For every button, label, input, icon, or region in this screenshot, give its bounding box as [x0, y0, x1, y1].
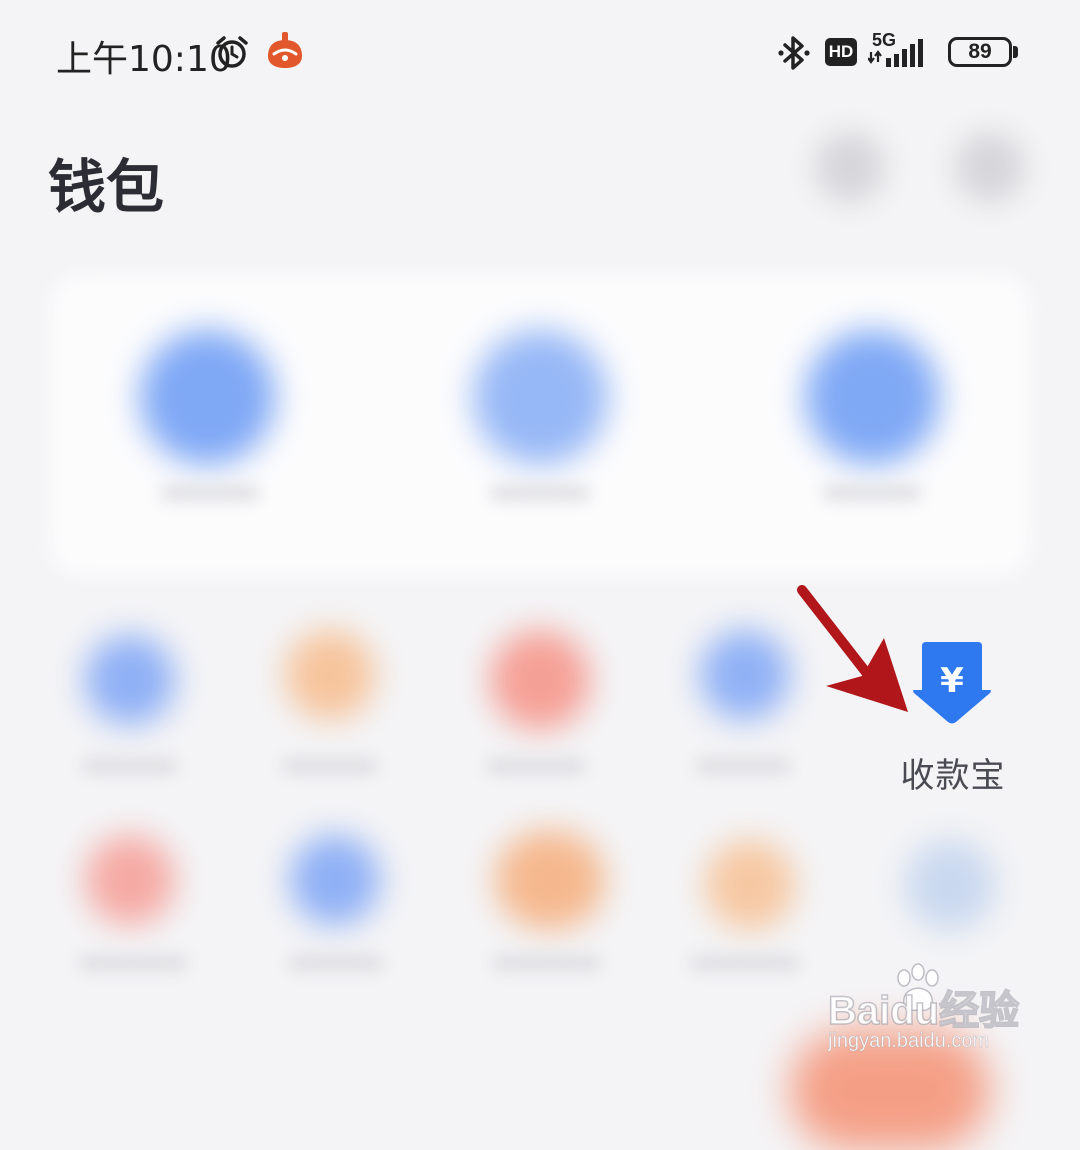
status-bar: 上午10:10 HD 5G 89: [0, 0, 1080, 100]
card-item-1-label: [160, 485, 260, 501]
grid-item-9-label: [690, 955, 800, 971]
alarm-clock-icon: [216, 36, 248, 68]
card-item-2[interactable]: [473, 330, 608, 465]
card-item-2-label: [490, 485, 590, 501]
grid-item-1-label: [82, 758, 178, 774]
grid-item-3[interactable]: [490, 630, 590, 730]
grid-item-10[interactable]: [905, 840, 995, 930]
grid-item-6[interactable]: [85, 835, 175, 925]
battery-tip: [1013, 46, 1018, 58]
grid-item-8-label: [492, 955, 602, 971]
grid-item-2-label: [282, 758, 378, 774]
grid-item-6-label: [78, 955, 188, 971]
grid-item-3-label: [486, 758, 586, 774]
battery-indicator: 89: [948, 37, 1012, 67]
battery-level: 89: [968, 40, 992, 63]
collect-money-icon: ¥: [913, 642, 991, 724]
bluetooth-icon: [778, 36, 810, 70]
signal-strength-icon: [868, 39, 923, 67]
annotation-arrow: [797, 585, 908, 712]
grid-item-2[interactable]: [285, 630, 375, 720]
header-action-button-1[interactable]: [815, 132, 885, 202]
grid-item-7-label: [288, 955, 384, 971]
tomato-app-icon: [268, 32, 302, 68]
status-time: 上午10:10: [56, 39, 232, 80]
baidu-watermark: Baidu经验 jingyan.baidu.com: [827, 968, 1028, 1058]
card-item-1[interactable]: [140, 330, 275, 465]
yuan-symbol: ¥: [940, 661, 964, 701]
grid-item-8[interactable]: [495, 830, 605, 930]
page-title: 钱包: [48, 153, 165, 221]
grid-item-7[interactable]: [290, 835, 380, 925]
grid-item-9[interactable]: [705, 840, 795, 930]
header-action-button-2[interactable]: [955, 132, 1025, 202]
watermark-url: jingyan.baidu.com: [828, 1030, 990, 1053]
card-item-3[interactable]: [805, 330, 940, 465]
card-item-3-label: [822, 485, 922, 501]
grid-item-4-label: [695, 758, 791, 774]
grid-item-1[interactable]: [85, 635, 175, 725]
watermark-brand: Baidu经验: [827, 988, 1020, 1034]
collect-money-label: 收款宝: [900, 756, 1006, 796]
grid-item-4[interactable]: [700, 630, 790, 720]
hd-voice-badge: HD: [825, 38, 857, 66]
